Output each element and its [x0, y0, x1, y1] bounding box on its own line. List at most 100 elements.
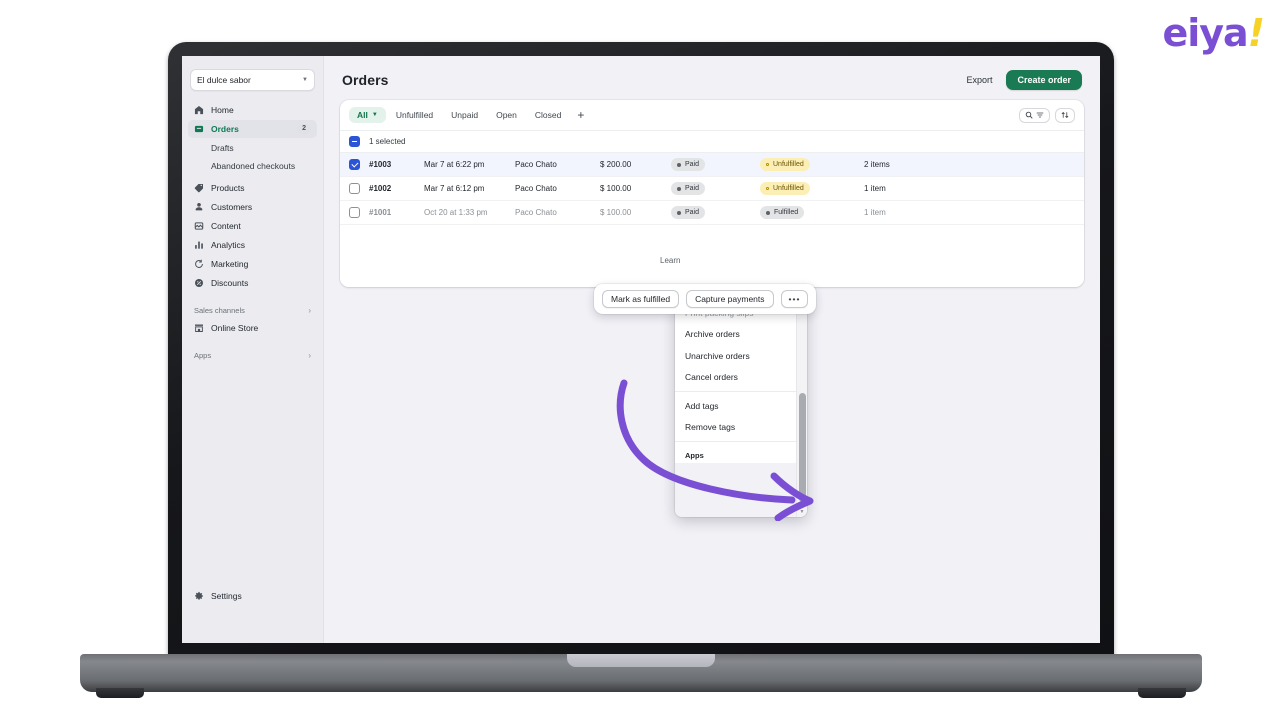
store-icon [194, 323, 204, 333]
order-id: #1001 [369, 208, 392, 217]
create-order-button[interactable]: Create order [1006, 70, 1082, 90]
sidebar-item-orders[interactable]: Orders 2 [188, 120, 317, 138]
fulfillment-status-label: Fulfilled [774, 208, 799, 216]
status-dot [677, 186, 681, 191]
content-icon [194, 221, 204, 231]
order-date: Mar 7 at 6:22 pm [424, 160, 485, 169]
menu-item-remove-tags[interactable]: Remove tags [675, 417, 796, 439]
sidebar-group-label: Apps [194, 350, 212, 360]
home-icon [194, 105, 204, 115]
admin-app: El dulce sabor ▼ Home Orders 2 Drafts Ab… [182, 56, 1100, 643]
sidebar-item-label: Settings [211, 591, 242, 601]
menu-item-archive-orders[interactable]: Archive orders [675, 324, 796, 346]
order-items: 1 item [864, 184, 886, 193]
sidebar-item-label: Orders [211, 124, 239, 134]
orders-card: All ▼ Unfulfilled Unpaid Open Closed + 1… [340, 100, 1084, 287]
analytics-icon [194, 240, 204, 250]
sidebar-item-label: Analytics [211, 240, 246, 250]
select-all-checkbox[interactable] [349, 136, 360, 147]
more-actions-menu: Print packing slips Archive orders Unarc… [675, 302, 807, 517]
scrollbar-thumb[interactable] [798, 393, 806, 502]
menu-item-cancel-orders[interactable]: Cancel orders [675, 367, 796, 389]
search-and-filter-button[interactable] [1019, 107, 1050, 123]
fulfillment-status-label: Unfulfilled [773, 160, 804, 168]
laptop-screen: El dulce sabor ▼ Home Orders 2 Drafts Ab… [182, 56, 1100, 643]
brand-exclamation: ! [1247, 11, 1265, 55]
tab-unpaid[interactable]: Unpaid [443, 107, 486, 123]
sidebar-item-marketing[interactable]: Marketing [188, 255, 317, 273]
screenshot-stage: eiya! El dulce sabor ▼ Home Orders 2 Dra… [0, 0, 1280, 720]
tab-closed[interactable]: Closed [527, 107, 569, 123]
sidebar-item-drafts[interactable]: Drafts [188, 139, 317, 156]
fulfillment-status-label: Unfulfilled [773, 184, 804, 192]
laptop-lid: El dulce sabor ▼ Home Orders 2 Drafts Ab… [168, 42, 1114, 659]
sidebar-item-label: Products [211, 183, 245, 193]
status-dot [766, 187, 769, 190]
status-dot [677, 210, 681, 215]
tab-label: All [357, 110, 368, 120]
payment-status-badge: Paid [671, 182, 751, 195]
mark-as-fulfilled-button[interactable]: Mark as fulfilled [602, 290, 680, 308]
more-actions-button[interactable]: ••• [780, 290, 809, 308]
tab-unfulfilled[interactable]: Unfulfilled [388, 107, 441, 123]
menu-item-add-tags[interactable]: Add tags [675, 395, 796, 417]
sidebar-group-apps[interactable]: Apps › [188, 347, 317, 363]
capture-payments-button[interactable]: Capture payments [686, 290, 774, 308]
order-id: #1002 [369, 184, 392, 193]
add-tab-button[interactable]: + [571, 109, 590, 121]
menu-item-unarchive-orders[interactable]: Unarchive orders [675, 345, 796, 367]
table-row[interactable]: #1003 Mar 7 at 6:22 pm Paco Chato $ 200.… [340, 153, 1084, 177]
table-row[interactable]: #1002 Mar 7 at 6:12 pm Paco Chato $ 100.… [340, 177, 1084, 201]
orders-icon [194, 124, 204, 134]
row-checkbox[interactable] [349, 183, 360, 194]
export-button[interactable]: Export [966, 75, 992, 85]
sidebar-item-customers[interactable]: Customers [188, 198, 317, 216]
scrollbar-track[interactable] [797, 309, 807, 510]
row-checkbox[interactable] [349, 159, 360, 170]
store-selector[interactable]: El dulce sabor ▼ [190, 69, 315, 91]
menu-divider [675, 441, 796, 442]
laptop-foot-right [1138, 688, 1186, 698]
payment-status-label: Paid [685, 160, 700, 168]
sidebar-item-discounts[interactable]: Discounts [188, 274, 317, 292]
page-header: Orders Export Create order [324, 56, 1100, 100]
sidebar-item-label: Customers [211, 202, 253, 212]
eiya-logo: eiya! [1162, 11, 1265, 55]
sidebar-item-products[interactable]: Products [188, 179, 317, 197]
laptop-mockup: El dulce sabor ▼ Home Orders 2 Drafts Ab… [80, 42, 1202, 698]
menu-divider [675, 391, 796, 392]
order-total: $ 100.00 [600, 184, 632, 193]
scroll-down-arrow-icon[interactable]: ▼ [800, 510, 805, 515]
row-checkbox[interactable] [349, 207, 360, 218]
sidebar: El dulce sabor ▼ Home Orders 2 Drafts Ab… [182, 56, 324, 643]
sidebar-item-home[interactable]: Home [188, 101, 317, 119]
order-items: 2 items [864, 160, 890, 169]
order-date: Mar 7 at 6:12 pm [424, 184, 485, 193]
laptop-base [80, 654, 1202, 692]
status-dot [766, 210, 770, 215]
sort-button[interactable] [1055, 107, 1075, 123]
menu-scrollbar[interactable]: ▲ ▼ [796, 302, 807, 517]
sidebar-item-content[interactable]: Content [188, 217, 317, 235]
sidebar-item-abandoned-checkouts[interactable]: Abandoned checkouts [188, 157, 317, 174]
menu-item-crear-guias[interactable]: eiya Crear Guías [675, 463, 796, 517]
sidebar-item-settings[interactable]: Settings [188, 587, 317, 605]
status-dot [766, 163, 769, 166]
tab-open[interactable]: Open [488, 107, 525, 123]
sidebar-item-online-store[interactable]: Online Store [188, 319, 317, 337]
sidebar-group-sales-channels[interactable]: Sales channels › [188, 302, 317, 318]
selection-bar: 1 selected [340, 131, 1084, 153]
sidebar-item-label: Discounts [211, 278, 249, 288]
sidebar-item-analytics[interactable]: Analytics [188, 236, 317, 254]
table-row[interactable]: #1001 Oct 20 at 1:33 pm Paco Chato $ 100… [340, 201, 1084, 225]
card-footer-area: Learn [340, 225, 1084, 287]
order-total: $ 200.00 [600, 160, 632, 169]
order-customer: Paco Chato [515, 184, 557, 193]
learn-more-link[interactable]: Learn [660, 256, 680, 265]
order-customer: Paco Chato [515, 160, 557, 169]
tab-all[interactable]: All ▼ [349, 107, 386, 123]
payment-status-label: Paid [685, 208, 700, 216]
marketing-icon [194, 259, 204, 269]
page-title: Orders [342, 72, 389, 88]
